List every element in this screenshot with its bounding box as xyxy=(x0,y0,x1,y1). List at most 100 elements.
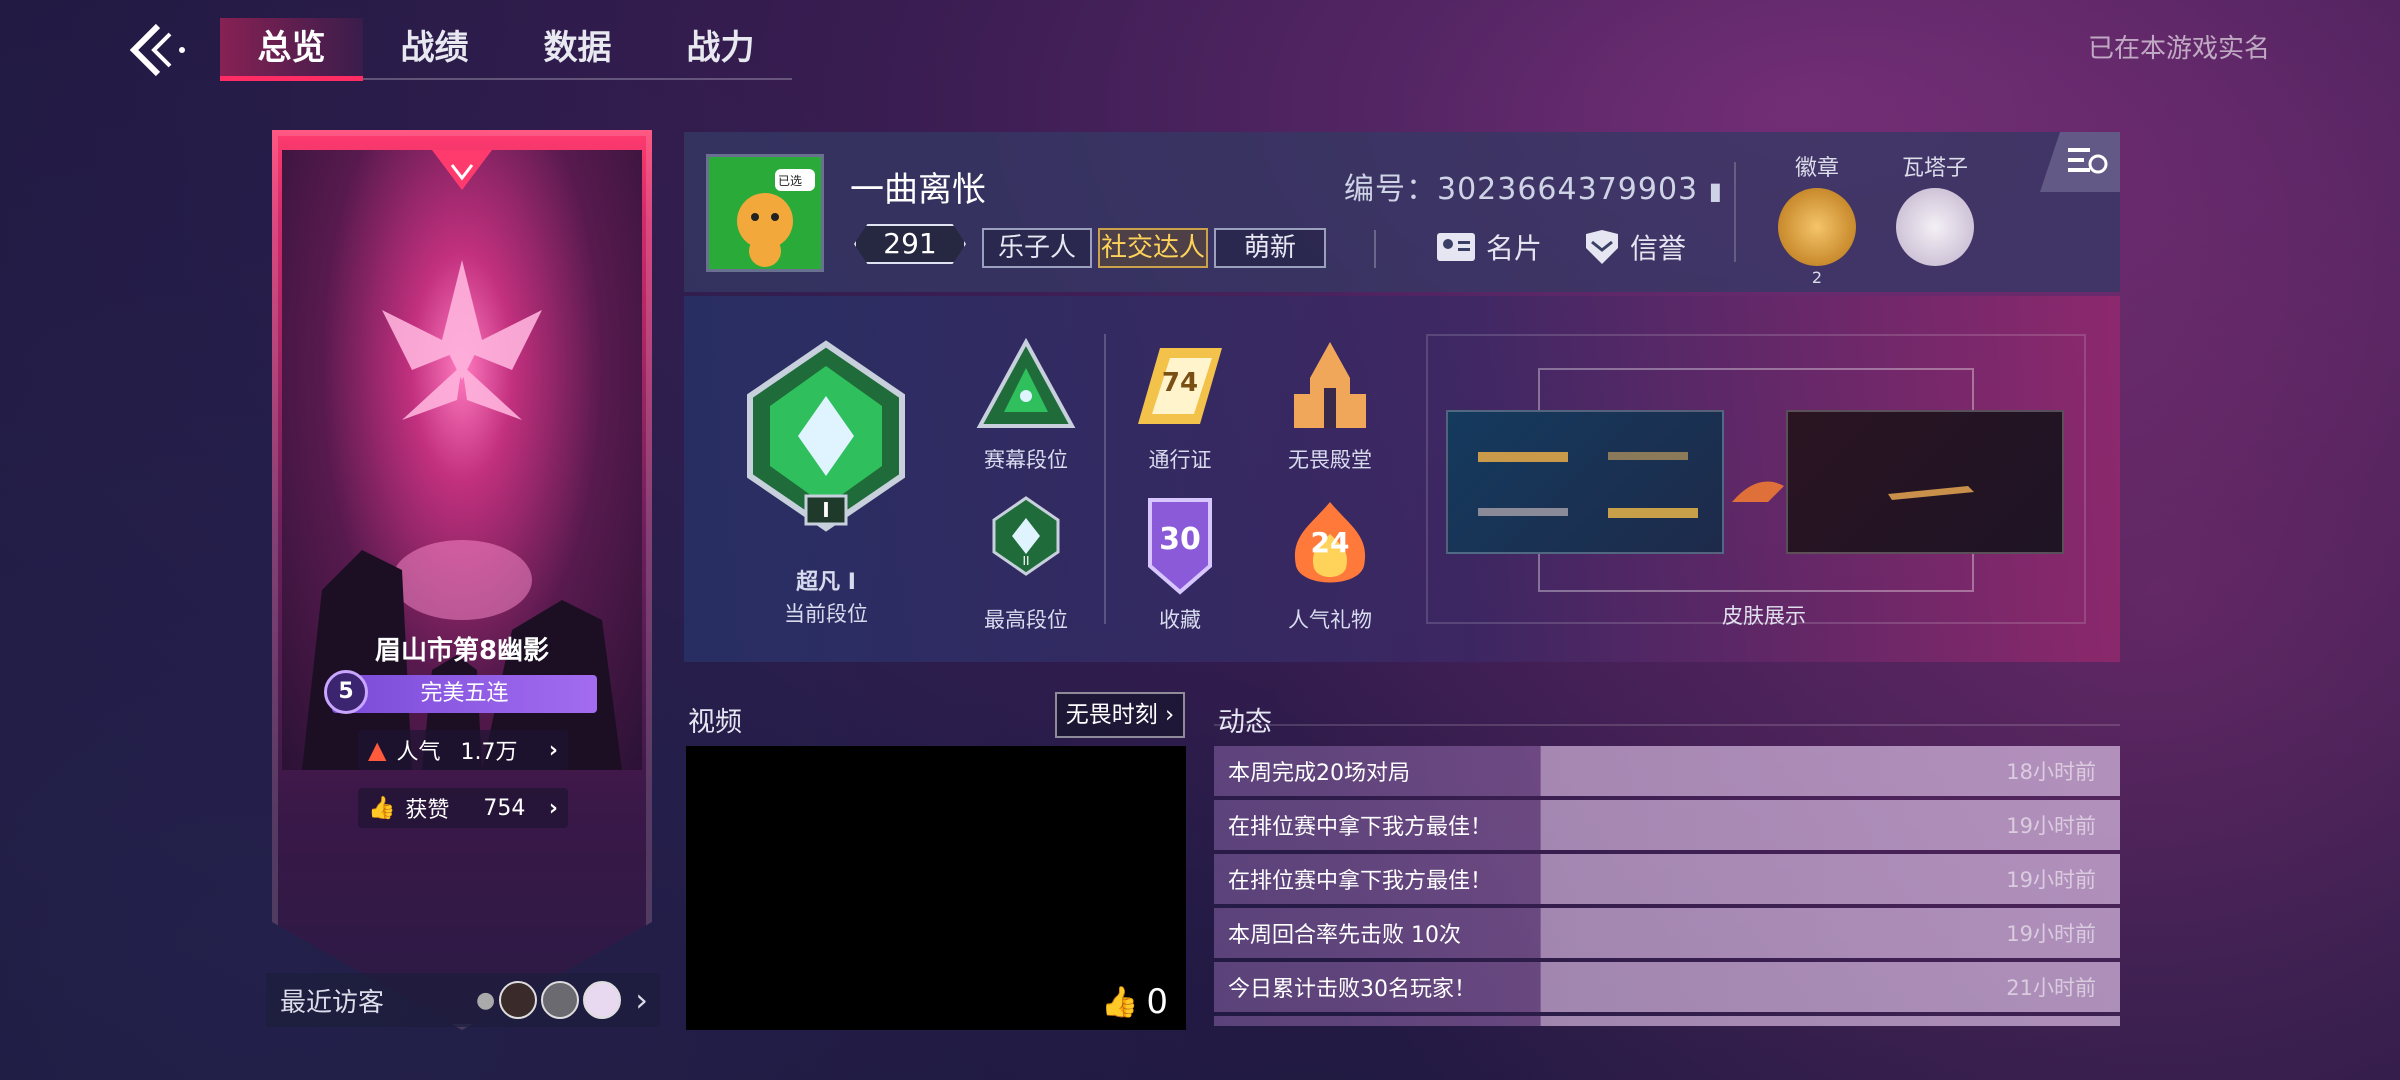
tiger-avatar-icon xyxy=(737,169,815,267)
rank-panel: I 超凡 I 当前段位 赛幕段位 II 最高段位 74 通行证 无畏殿堂 30 … xyxy=(684,296,2120,662)
skins-label: 皮肤展示 xyxy=(1722,604,1806,628)
card-label: 名片 xyxy=(1486,232,1543,265)
weapon-skin-slot[interactable] xyxy=(1446,410,1724,554)
tab-data[interactable]: 数据 xyxy=(506,18,649,78)
badge-count: 2 xyxy=(1811,268,1823,287)
tag-newbie[interactable]: 萌新 xyxy=(1214,228,1326,268)
profile-settings-button[interactable] xyxy=(2040,132,2120,192)
gift-label: 人气礼物 xyxy=(1288,608,1372,632)
tag-social[interactable]: 社交达人 xyxy=(1098,228,1208,268)
feed-item-time: 19小时前 xyxy=(2006,814,2096,838)
tower-avatar-icon xyxy=(1896,188,1974,266)
season-rank-icon[interactable] xyxy=(976,338,1076,434)
knife-icon xyxy=(1728,472,1788,512)
video-tag-label: 无畏时刻 xyxy=(1065,702,1158,728)
back-button[interactable] xyxy=(120,18,200,82)
likes-value: 754 xyxy=(483,795,526,821)
uid-label: 编号： xyxy=(1344,172,1437,207)
gift-value: 24 xyxy=(1310,526,1350,559)
fire-icon: ▲ xyxy=(368,736,387,764)
credit-label: 信誉 xyxy=(1630,232,1687,265)
streak-label: 完美五连 xyxy=(332,675,597,713)
tab-power[interactable]: 战力 xyxy=(649,18,792,78)
triangle-rank-icon xyxy=(976,338,1076,428)
id-card-icon xyxy=(1437,233,1475,261)
likes-label: 获赞 xyxy=(405,798,450,823)
feed-item[interactable]: 在排位赛中拿下我方最佳！ 19小时前 xyxy=(1214,854,2120,904)
video-like-count: 0 xyxy=(1146,982,1168,1022)
tower-section[interactable]: 瓦塔子 xyxy=(1880,150,1990,266)
credit-button[interactable]: 信誉 xyxy=(1584,227,1686,267)
current-rank-name: 超凡 I xyxy=(796,570,856,595)
player-name: 一曲离怅 xyxy=(850,170,986,210)
streak-number: 5 xyxy=(324,670,368,714)
feed-item-text: 本周回合率先击败 10次 xyxy=(1228,923,1461,948)
pass-label: 通行证 xyxy=(1148,448,1212,472)
shield-icon xyxy=(1586,230,1618,264)
player-avatar[interactable] xyxy=(706,154,824,272)
video-player[interactable]: 👍 0 xyxy=(686,746,1186,1030)
chevron-right-icon: › xyxy=(548,737,558,763)
activity-feed: 本周完成20场对局 18小时前 在排位赛中拿下我方最佳！ 19小时前 在排位赛中… xyxy=(1214,746,2120,1030)
card-button[interactable]: 名片 xyxy=(1436,227,1542,267)
feed-item-time: 21小时前 xyxy=(2006,976,2096,1000)
feed-item-time: 19小时前 xyxy=(2006,922,2096,946)
feed-item-text: 本周完成20场对局 xyxy=(1228,761,1410,786)
popularity-label: 人气 xyxy=(396,740,441,765)
avatar-tag: 已选 xyxy=(778,174,803,188)
feed-title: 动态 xyxy=(1218,707,1272,738)
video-like-button[interactable]: 👍 0 xyxy=(1101,982,1168,1022)
badge-section[interactable]: 徽章 2 xyxy=(1762,150,1872,287)
hall-icon[interactable] xyxy=(1280,338,1380,434)
feed-item[interactable]: 本周完成20场对局 18小时前 xyxy=(1214,746,2120,796)
copy-icon: ▮ xyxy=(1708,177,1723,205)
back-chevron-icon xyxy=(129,23,185,77)
uid-value: 3023664379903 xyxy=(1437,172,1699,207)
recent-visitors[interactable]: 最近访客 ● › xyxy=(266,973,660,1027)
current-rank-emblem[interactable]: I xyxy=(726,336,926,536)
rank-numeral: I xyxy=(822,498,830,522)
divider xyxy=(1374,230,1376,268)
rifle-icon xyxy=(1478,452,1698,518)
player-banner[interactable]: 眉山市第8幽影 完美五连 5 ▲ 人气 1.7万 › 👍 获赞 754 › xyxy=(272,130,652,1030)
chevron-right-icon: › xyxy=(548,795,558,821)
tab-bar: 总览 战绩 数据 战力 xyxy=(220,18,792,81)
badge-icon xyxy=(1778,188,1856,266)
highest-rank-emblem[interactable]: II xyxy=(990,496,1062,576)
likes-stat[interactable]: 👍 获赞 754 › xyxy=(358,788,568,828)
highest-rank-label: 最高段位 xyxy=(984,608,1068,632)
thumbs-up-icon: 👍 xyxy=(1101,984,1139,1020)
skin-showcase[interactable] xyxy=(1426,334,2086,624)
current-rank-label: 当前段位 xyxy=(784,602,868,626)
tab-overview[interactable]: 总览 xyxy=(220,18,363,81)
melee-skin-slot[interactable] xyxy=(1786,410,2064,554)
visitor-avatar[interactable] xyxy=(583,981,622,1019)
feed-item[interactable]: 今日累计击败30名玩家！ 21小时前 xyxy=(1214,962,2120,1012)
divider xyxy=(1734,162,1736,262)
popularity-stat[interactable]: ▲ 人气 1.7万 › xyxy=(358,730,568,770)
chevron-right-icon: › xyxy=(1157,702,1175,728)
collection-value: 30 xyxy=(1159,522,1201,557)
pass-icon[interactable]: 74 xyxy=(1130,338,1230,434)
popularity-value: 1.7万 xyxy=(460,740,518,765)
video-tag-button[interactable]: 无畏时刻 › xyxy=(1055,692,1185,738)
feed-item[interactable]: 本周回合率先击败 10次 19小时前 xyxy=(1214,908,2120,958)
visitor-avatar[interactable] xyxy=(541,981,580,1019)
feed-item-time: 19小时前 xyxy=(2006,868,2096,892)
temple-icon xyxy=(1294,342,1366,428)
collection-icon[interactable]: 30 xyxy=(1130,496,1230,596)
feed-item-time: 18小时前 xyxy=(2006,760,2096,784)
blade-icon xyxy=(1888,486,1974,500)
feed-item[interactable]: 在排位赛中拿下我方最佳！ 19小时前 xyxy=(1214,800,2120,850)
visitors-label: 最近访客 xyxy=(280,987,385,1018)
feed-item-text: 今日累计击败30名玩家！ xyxy=(1228,977,1476,1002)
tab-records[interactable]: 战绩 xyxy=(363,18,506,78)
feed-item-partial xyxy=(1214,1016,2120,1026)
video-title: 视频 xyxy=(688,707,742,738)
divider xyxy=(1104,334,1106,624)
gift-icon[interactable]: 24 xyxy=(1280,496,1380,596)
tag-prankster[interactable]: 乐子人 xyxy=(982,228,1092,268)
person-icon: ● xyxy=(476,987,496,1013)
visitor-avatar[interactable] xyxy=(499,981,538,1019)
player-uid[interactable]: 编号：3023664379903 ▮ xyxy=(1344,164,1723,208)
